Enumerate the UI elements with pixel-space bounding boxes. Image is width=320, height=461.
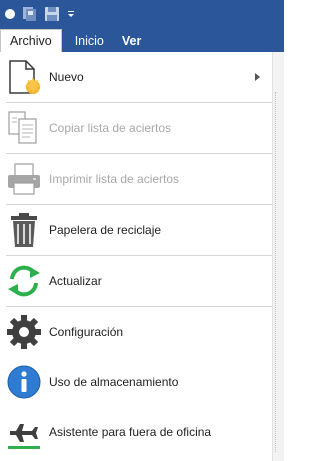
submenu-arrow-icon bbox=[255, 73, 260, 81]
airplane-icon bbox=[6, 414, 42, 450]
gear-icon bbox=[6, 314, 42, 350]
menu-item-label: Actualizar bbox=[49, 274, 102, 288]
tab-inicio[interactable]: Inicio bbox=[66, 30, 113, 52]
menu-item-imprimir-lista[interactable]: Imprimir lista de aciertos bbox=[0, 154, 272, 204]
menu-item-papelera[interactable]: Papelera de reciclaje bbox=[0, 205, 272, 255]
scrollbar-track-line bbox=[275, 92, 282, 452]
title-bar: Archivo Inicio Ver bbox=[0, 0, 284, 52]
menu-item-uso-almacenamiento[interactable]: Uso de almacenamiento bbox=[0, 357, 272, 407]
refresh-icon bbox=[6, 263, 42, 299]
menu-item-label: Papelera de reciclaje bbox=[49, 223, 162, 237]
circle-icon[interactable] bbox=[4, 8, 16, 20]
save-all-icon[interactable] bbox=[22, 6, 38, 22]
menu-item-copiar-lista[interactable]: Copiar lista de aciertos bbox=[0, 103, 272, 153]
tab-ver[interactable]: Ver bbox=[113, 30, 150, 52]
copy-list-icon bbox=[6, 110, 42, 146]
customize-dropdown-icon[interactable] bbox=[66, 9, 76, 19]
ribbon-tabs: Archivo Inicio Ver bbox=[0, 29, 150, 52]
menu-item-fuera-oficina[interactable]: Asistente para fuera de oficina bbox=[0, 407, 272, 457]
info-icon bbox=[6, 364, 42, 400]
tab-archivo[interactable]: Archivo bbox=[0, 29, 62, 52]
new-document-icon bbox=[6, 59, 42, 95]
file-menu: Nuevo Copiar lista de aciertos Imprimir … bbox=[0, 52, 272, 461]
menu-item-label: Asistente para fuera de oficina bbox=[49, 425, 212, 439]
scrollbar[interactable] bbox=[272, 52, 284, 461]
menu-item-label: Imprimir lista de aciertos bbox=[49, 172, 180, 186]
quick-access-toolbar bbox=[4, 4, 76, 24]
menu-item-label: Uso de almacenamiento bbox=[49, 375, 179, 389]
menu-item-nuevo[interactable]: Nuevo bbox=[0, 52, 272, 102]
menu-item-label: Nuevo bbox=[49, 70, 84, 84]
menu-item-label: Copiar lista de aciertos bbox=[49, 121, 172, 135]
print-icon bbox=[6, 161, 42, 197]
save-icon[interactable] bbox=[44, 6, 60, 22]
trash-icon bbox=[6, 212, 42, 248]
menu-item-label: Configuración bbox=[49, 325, 124, 339]
menu-item-configuracion[interactable]: Configuración bbox=[0, 307, 272, 357]
menu-item-actualizar[interactable]: Actualizar bbox=[0, 256, 272, 306]
